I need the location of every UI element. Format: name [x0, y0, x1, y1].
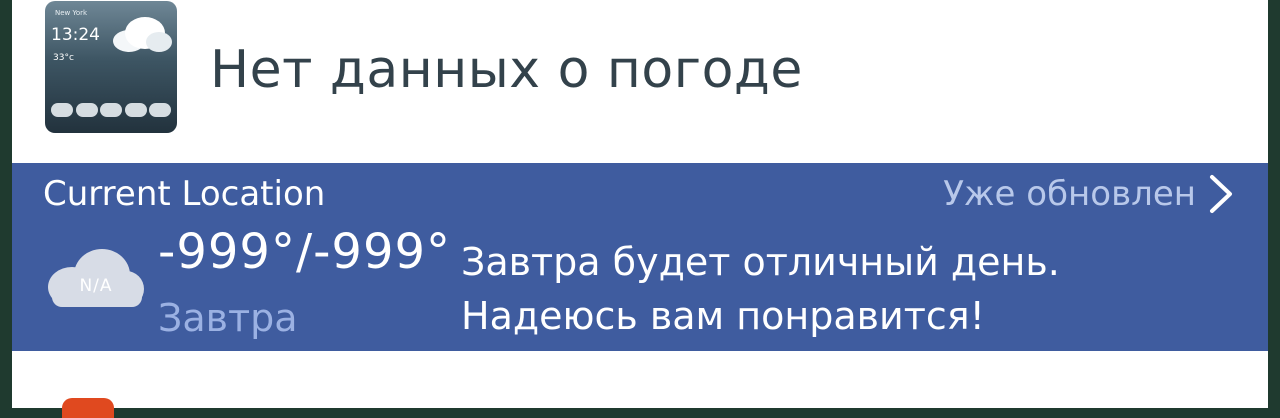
weather-app-icon[interactable]: New York 13:24 33°c: [45, 1, 177, 133]
app-icon-forecast-row: [51, 97, 171, 125]
app-icon-city: New York: [55, 9, 88, 17]
chevron-right-icon[interactable]: [1206, 171, 1236, 217]
temperature-range: -999°/-999°: [158, 224, 452, 280]
app-icon-cloud-icon: [113, 17, 172, 52]
weather-widget-card: New York 13:24 33°c Нет данных о погоде …: [12, 0, 1268, 418]
app-icon-time: 13:24: [51, 25, 100, 45]
forecast-message-line-2: Надеюсь вам понравится!: [461, 294, 985, 338]
next-app-icon[interactable]: [62, 398, 114, 418]
weather-banner[interactable]: Current Location Уже обновлен N/A -999°/…: [12, 163, 1268, 351]
page-title: Нет данных о погоде: [210, 40, 803, 100]
location-label: Current Location: [43, 174, 326, 214]
weather-icon-label: N/A: [79, 276, 113, 296]
widget-header[interactable]: New York 13:24 33°c Нет данных о погоде: [12, 0, 1268, 163]
update-status[interactable]: Уже обновлен: [943, 173, 1196, 215]
forecast-message-line-1: Завтра будет отличный день.: [461, 240, 1060, 284]
forecast-message: Завтра будет отличный день. Надеюсь вам …: [461, 235, 1221, 343]
forecast-day: Завтра: [158, 296, 298, 340]
app-icon-temp: 33°c: [53, 53, 74, 63]
